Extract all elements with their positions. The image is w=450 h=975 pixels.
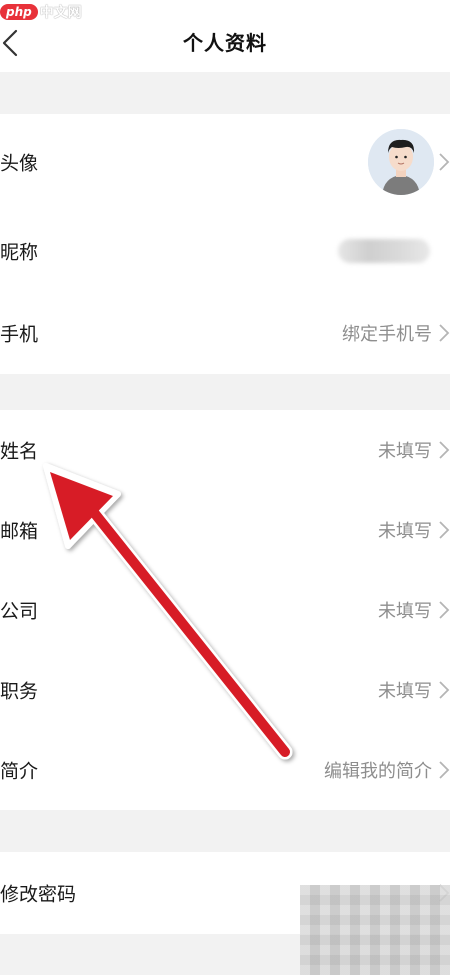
mosaic-watermark	[300, 885, 450, 975]
chevron-right-icon	[439, 441, 450, 459]
chevron-right-icon	[439, 681, 450, 699]
nickname-label: 昵称	[0, 241, 39, 264]
phone-row[interactable]: 手机 绑定手机号	[0, 292, 450, 374]
chevron-right-icon	[439, 761, 450, 779]
basic-info-group: 头像 昵称 手机 绑定手机号	[0, 114, 450, 374]
nickname-value-blurred	[338, 239, 430, 263]
bio-label: 简介	[0, 760, 39, 783]
bio-row[interactable]: 简介 编辑我的简介	[0, 730, 450, 810]
chevron-right-icon	[439, 521, 450, 539]
job-title-row[interactable]: 职务 未填写	[0, 650, 450, 730]
email-value: 未填写	[378, 521, 432, 542]
avatar-label: 头像	[0, 152, 39, 175]
name-label: 姓名	[0, 440, 39, 463]
phone-label: 手机	[0, 323, 39, 346]
email-label: 邮箱	[0, 520, 39, 543]
name-row[interactable]: 姓名 未填写	[0, 410, 450, 490]
detail-info-group: 姓名 未填写 邮箱 未填写 公司 未填写 职务 未填写 简介 编辑我的简介	[0, 410, 450, 810]
change-password-label: 修改密码	[0, 883, 77, 906]
watermark-text: 中文网	[39, 5, 82, 21]
name-value: 未填写	[378, 441, 432, 462]
user-avatar-icon	[368, 129, 434, 195]
job-title-value: 未填写	[378, 681, 432, 702]
site-watermark: php 中文网	[0, 0, 82, 24]
phone-value: 绑定手机号	[342, 324, 432, 345]
chevron-right-icon	[439, 601, 450, 619]
watermark-badge: php	[0, 4, 38, 20]
avatar-row[interactable]: 头像	[0, 114, 450, 210]
nickname-row[interactable]: 昵称	[0, 210, 450, 292]
chevron-right-icon	[439, 153, 450, 171]
avatar[interactable]	[368, 129, 434, 195]
page-title: 个人资料	[183, 31, 267, 55]
email-row[interactable]: 邮箱 未填写	[0, 490, 450, 570]
bio-value: 编辑我的简介	[324, 761, 432, 782]
company-value: 未填写	[378, 601, 432, 622]
company-label: 公司	[0, 600, 39, 623]
chevron-right-icon	[439, 324, 450, 342]
company-row[interactable]: 公司 未填写	[0, 570, 450, 650]
job-title-label: 职务	[0, 680, 39, 703]
